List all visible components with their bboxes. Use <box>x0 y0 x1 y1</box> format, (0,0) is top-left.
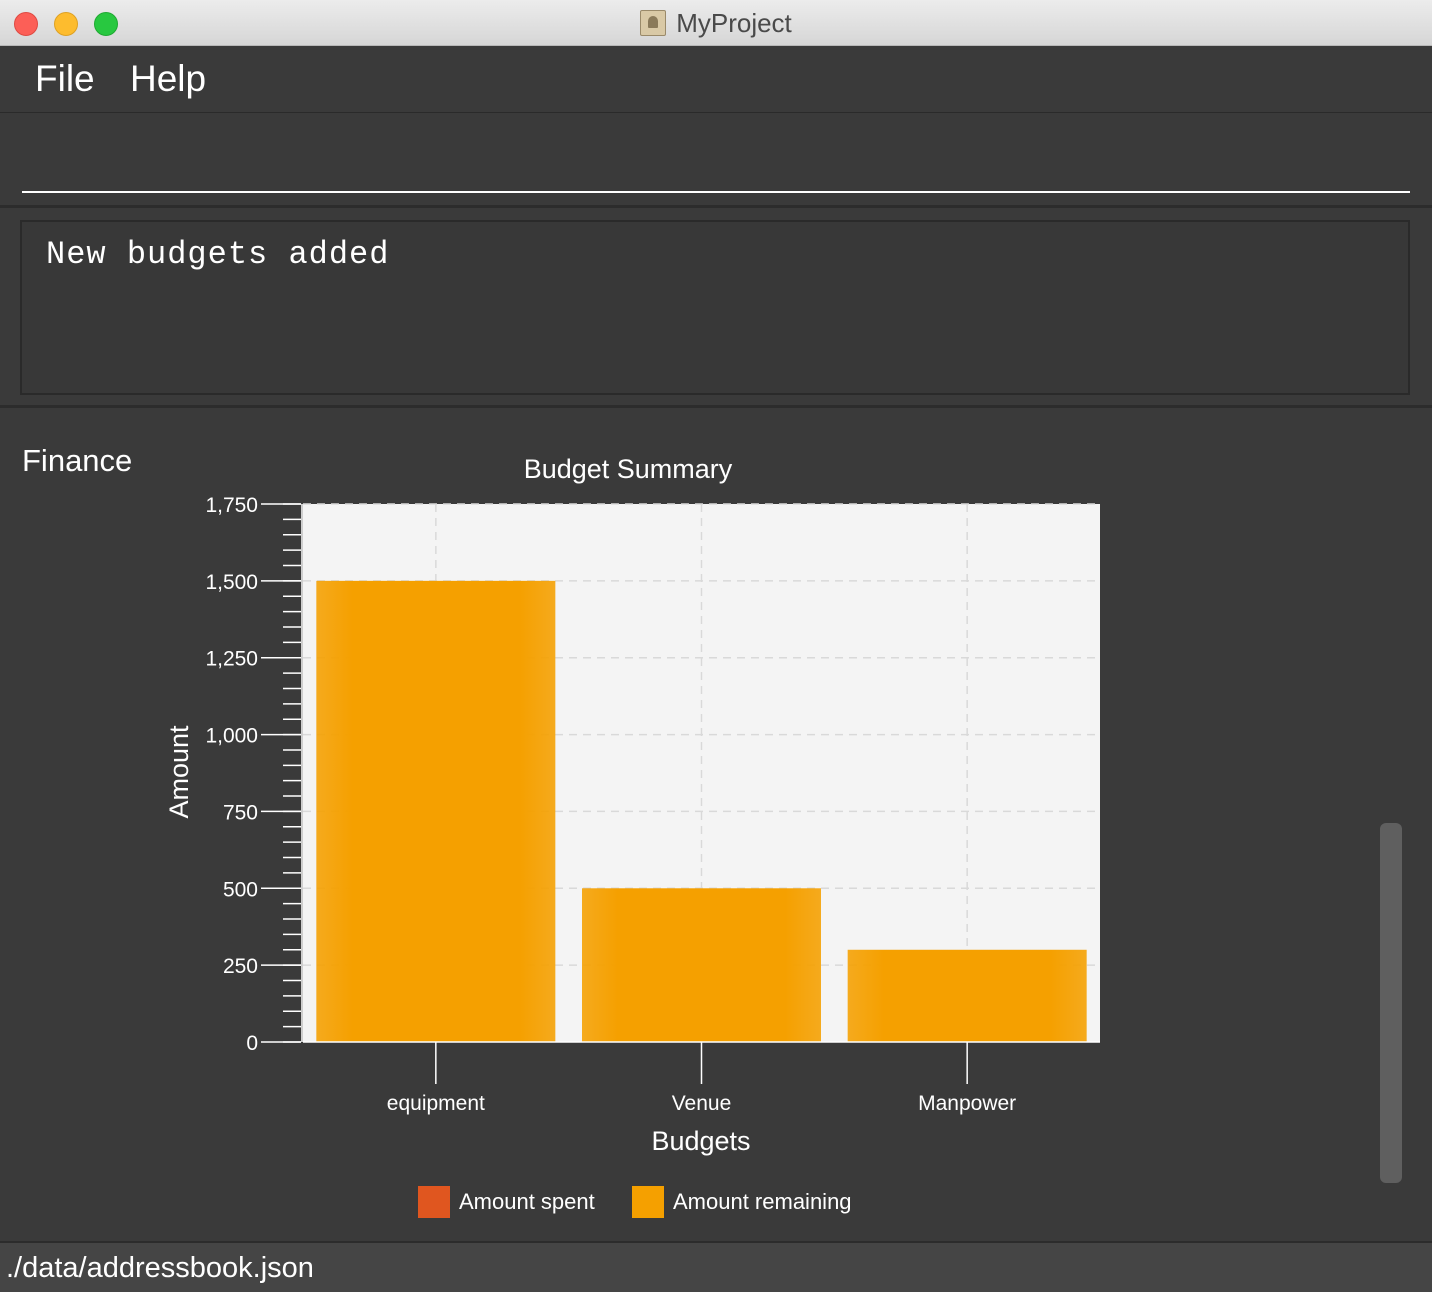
status-bar: ./data/addressbook.json <box>0 1241 1432 1292</box>
result-text: New budgets added <box>46 236 390 273</box>
document-icon <box>640 10 667 36</box>
y-tick-label: 1,750 <box>205 494 258 517</box>
window-title: MyProject <box>676 7 792 38</box>
legend-swatch-amount-spent <box>418 1186 450 1218</box>
menu-file[interactable]: File <box>35 58 95 100</box>
result-display: New budgets added <box>20 220 1410 395</box>
legend-swatch-amount-remaining <box>632 1186 664 1218</box>
x-tick-label-equipment: equipment <box>387 1092 485 1115</box>
bar-venue <box>582 888 821 1042</box>
y-tick-label: 250 <box>223 955 258 978</box>
chart-x-axis-label: Budgets <box>651 1126 750 1156</box>
y-tick-label: 1,000 <box>205 725 258 748</box>
y-tick-label: 750 <box>223 801 258 824</box>
command-box <box>0 113 1432 208</box>
bar-equipment <box>316 580 556 1042</box>
save-location-path: ./data/addressbook.json <box>6 1252 314 1284</box>
bar-manpower <box>847 949 1087 1042</box>
menu-help[interactable]: Help <box>130 58 206 100</box>
title-bar: MyProject <box>0 0 1432 46</box>
scrollbar-thumb[interactable] <box>1380 823 1402 1183</box>
y-tick-label: 0 <box>246 1032 258 1055</box>
command-input[interactable] <box>22 129 1410 193</box>
y-tick-label: 500 <box>223 878 258 901</box>
legend-item-amount-remaining: Amount remaining <box>632 1185 852 1219</box>
legend-label-amount-spent: Amount spent <box>459 1189 595 1214</box>
chart-y-axis-label: Amount <box>164 725 194 819</box>
menu-bar: File Help <box>0 46 1432 113</box>
y-tick-label: 1,500 <box>205 571 258 594</box>
vertical-scrollbar[interactable] <box>1380 823 1402 1183</box>
finance-panel: Finance Budget Summary Amount Budgets 02… <box>0 411 1432 1241</box>
result-display-area: New budgets added <box>0 208 1432 408</box>
x-tick-label-venue: Venue <box>672 1092 732 1115</box>
budget-summary-chart: Budget Summary Amount Budgets 0 250 500 750… <box>164 454 1100 1156</box>
legend-label-amount-remaining: Amount remaining <box>673 1189 852 1214</box>
x-tick-label-manpower: Manpower <box>918 1092 1016 1115</box>
chart-title: Budget Summary <box>524 454 733 484</box>
legend-item-amount-spent: Amount spent <box>418 1185 595 1219</box>
y-tick-label: 1,250 <box>205 648 258 671</box>
